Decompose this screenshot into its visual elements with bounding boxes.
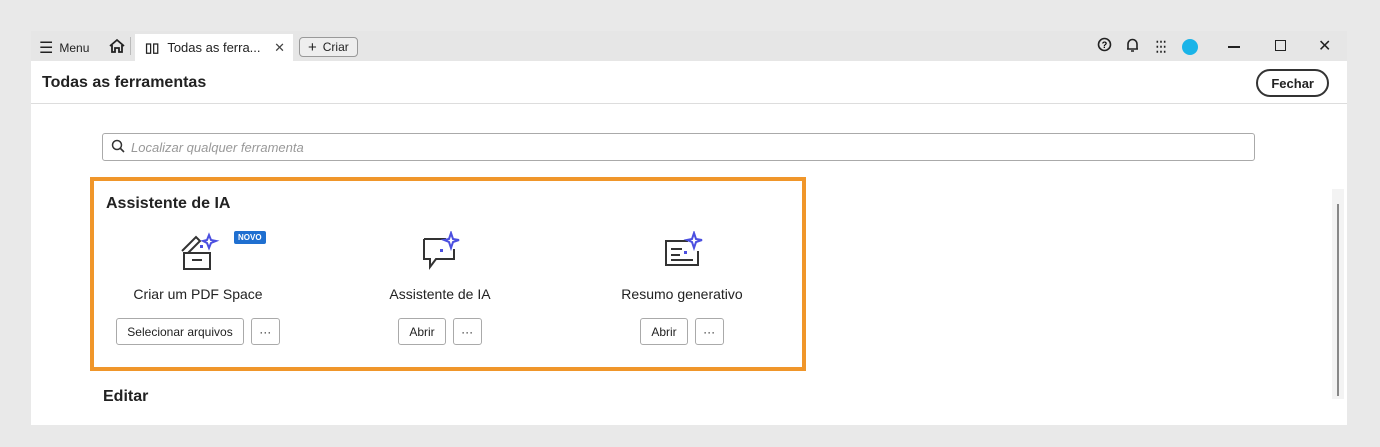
menu-button[interactable]: ☰ Menu [39, 38, 89, 58]
scrollbar-thumb[interactable] [1337, 204, 1339, 396]
close-window-button[interactable]: ✕ [1318, 36, 1331, 56]
page-title: Todas as ferramentas [42, 74, 207, 91]
scrollbar[interactable] [1332, 189, 1344, 399]
open-button[interactable]: Abrir [640, 318, 688, 345]
section-title: Assistente de IA [106, 195, 231, 212]
tool-card-ai-assistant: Assistente de IA Abrir ··· [320, 229, 560, 345]
divider [130, 37, 131, 55]
open-button[interactable]: Abrir [398, 318, 446, 345]
hamburger-icon: ☰ [39, 40, 54, 57]
svg-text:?: ? [1101, 40, 1107, 50]
minimize-button[interactable] [1228, 46, 1240, 48]
apps-grid-icon[interactable]: ⋯ ⋯ ⋯ [1152, 37, 1170, 58]
close-tab-icon[interactable]: ✕ [274, 40, 285, 56]
select-files-button[interactable]: Selecionar arquivos [116, 318, 244, 345]
tools-icon: ▯▯ [145, 39, 160, 55]
ai-assistant-section: Assistente de IA NOVO Criar um PDF Space… [90, 177, 806, 371]
more-options-button[interactable]: ··· [694, 318, 724, 345]
search-icon [111, 139, 125, 156]
search-input[interactable]: Localizar qualquer ferramenta [102, 133, 1255, 161]
help-icon[interactable]: ? [1095, 37, 1113, 55]
tab-all-tools[interactable]: ▯▯ Todas as ferra... ✕ [135, 34, 293, 61]
more-options-button[interactable]: ··· [250, 318, 280, 345]
summary-icon [562, 229, 802, 278]
maximize-button[interactable] [1275, 40, 1286, 51]
ai-chat-icon [320, 229, 560, 278]
avatar[interactable] [1182, 39, 1198, 55]
page-header: Todas as ferramentas Fechar [31, 61, 1347, 104]
more-options-button[interactable]: ··· [452, 318, 482, 345]
plus-icon: + [308, 38, 317, 56]
tool-card-pdf-space: NOVO Criar um PDF Space Selecionar arqui… [78, 231, 318, 345]
create-button[interactable]: + Criar [299, 37, 358, 57]
title-bar: ☰ Menu ▯▯ Todas as ferra... ✕ + Criar ? ⋯ ⋯ ⋯ … [31, 31, 1347, 61]
bell-icon[interactable] [1123, 37, 1141, 56]
app-window: ☰ Menu ▯▯ Todas as ferra... ✕ + Criar ? ⋯ ⋯ ⋯ … [31, 31, 1347, 425]
new-badge: NOVO [234, 231, 266, 244]
pdf-space-icon [78, 231, 318, 278]
edit-section-title: Editar [103, 388, 149, 405]
tool-card-generative-summary: Resumo generativo Abrir ··· [562, 229, 802, 345]
close-button[interactable]: Fechar [1256, 69, 1329, 97]
home-icon[interactable] [108, 37, 126, 60]
